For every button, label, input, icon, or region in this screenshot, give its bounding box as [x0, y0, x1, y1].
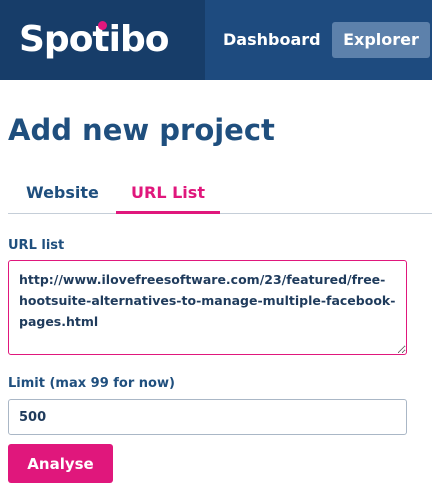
url-list-textarea[interactable]: http://www.ilovefreesoftware.com/23/feat… [8, 260, 407, 355]
nav-dashboard-link[interactable]: Dashboard [219, 22, 325, 58]
tab-website[interactable]: Website [26, 172, 99, 214]
logo-dot-icon [98, 21, 107, 30]
analyse-button[interactable]: Analyse [8, 444, 113, 483]
page-title: Add new project [8, 113, 275, 147]
tab-bar: Website URL List [8, 172, 432, 214]
tab-url-list[interactable]: URL List [116, 172, 220, 214]
top-navbar: Spotibo Dashboard Explorer [0, 0, 432, 80]
logo[interactable]: Spotibo [19, 18, 169, 62]
url-list-label: URL list [8, 238, 65, 253]
limit-input[interactable] [8, 399, 407, 435]
limit-label: Limit (max 99 for now) [8, 376, 175, 391]
nav-explorer-button[interactable]: Explorer [332, 22, 430, 58]
logo-area: Spotibo [0, 0, 205, 80]
